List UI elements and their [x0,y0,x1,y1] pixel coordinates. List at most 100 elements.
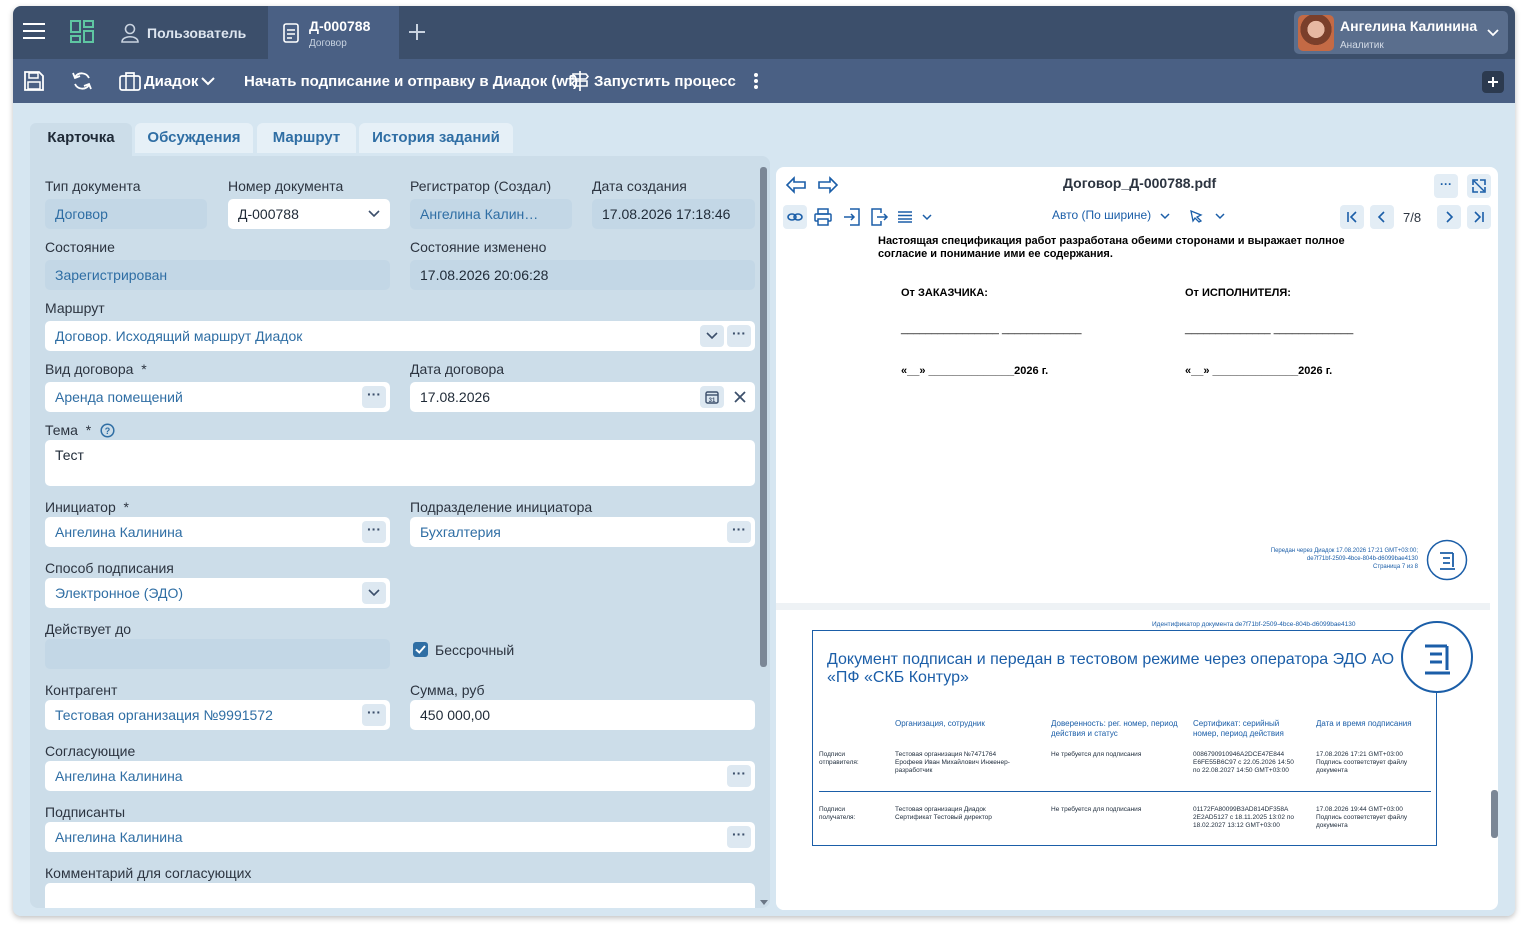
perpetual-checkbox[interactable] [413,642,428,657]
department-field[interactable]: Бухгалтерия [410,517,755,547]
zoom-select[interactable]: Авто (По ширине) [1044,204,1174,228]
signers-field[interactable]: Ангелина Калинина [45,822,755,852]
add-button[interactable] [1482,71,1504,93]
contract-kind-field[interactable]: Аренда помещений [45,382,390,412]
customer-sign-line: ________________ _____________ [901,323,1082,335]
apps-grid-icon[interactable] [70,20,94,44]
counterparty-field[interactable]: Тестовая организация №9991572 [45,700,390,730]
sign-method-dropdown-button[interactable] [362,582,386,604]
export-icon[interactable] [869,207,889,227]
chevron-down-icon [1160,213,1170,220]
chevron-down-icon [922,214,932,221]
expand-icon [1472,179,1486,193]
clear-icon[interactable] [734,391,746,403]
tab-document-title: Д-000788 [309,18,371,34]
next-page-button[interactable] [1437,205,1461,229]
prev-page-icon [1377,211,1385,223]
hamburger-menu-icon[interactable] [23,22,45,40]
scroll-down-arrow-icon[interactable] [760,900,768,906]
doc-type-label: Тип документа [45,178,141,194]
col-poa-header: Доверенность: рег. номер, период действи… [1051,719,1178,738]
initiator-label: Инициатор * [45,499,129,515]
signers-more-button[interactable]: ··· [727,826,751,848]
pdf-filename: Договор_Д-000788.pdf [1063,175,1217,191]
forward-arrow-icon[interactable] [817,176,839,194]
diadoc-menu-button[interactable]: Диадок [117,67,217,95]
pdf-scrollbar[interactable] [1491,790,1498,838]
contract-kind-label: Вид договора * [45,361,147,377]
approvers-more-button[interactable]: ··· [727,765,751,787]
viewer-more-button[interactable]: ··· [1434,174,1458,198]
fullscreen-button[interactable] [1467,174,1491,198]
route-more-button[interactable]: ··· [727,325,751,347]
contractor-sign-line: ______________ _____________ [1185,323,1354,335]
customer-date-line: «__» ______________2026 г. [901,365,1049,377]
route-field[interactable]: Договор. Исходящий маршрут Диадок [45,321,755,351]
recipient-org: Тестовая организация Диадок Сертификат Т… [895,806,992,821]
signpost-icon [571,71,589,91]
tab-route[interactable]: Маршрут [257,123,356,153]
app-window: Пользователь Д-000788 Договор Ангелина К… [13,6,1515,916]
form-scrollbar[interactable] [760,167,767,667]
doc-number-select[interactable]: Д-000788 [228,199,390,229]
sign-method-select[interactable]: Электронное (ЭДО) [45,578,390,608]
approvers-label: Согласующие [45,743,136,759]
user-role: Аналитик [1340,40,1384,51]
user-icon [121,23,139,43]
cursor-icon [1190,209,1203,223]
counterparty-more-button[interactable]: ··· [362,704,386,726]
start-signing-button[interactable]: Начать подписание и отправку в Диадок (w… [244,72,578,92]
tab-card[interactable]: Карточка [30,123,132,156]
more-vertical-icon[interactable] [753,72,759,90]
tab-discussions[interactable]: Обсуждения [135,123,253,153]
add-tab-icon[interactable] [409,24,425,40]
layout-menu-button[interactable] [896,207,936,227]
amount-field[interactable]: 450 000,00 [410,700,755,730]
select-tool-button[interactable] [1184,205,1232,227]
prev-page-button[interactable] [1370,205,1394,229]
stamp-line-1: Передан через Диадок 17.08.2026 17:21 GM… [1270,548,1418,554]
diadoc-logo-icon [1401,621,1473,693]
last-page-button[interactable] [1467,205,1491,229]
help-icon[interactable]: ? [100,423,115,438]
contractor-date-line: «__» ______________2026 г. [1185,365,1333,377]
recipient-date: 17.08.2026 19:44 GMT+03:00 Подпись соотв… [1316,806,1408,829]
document-icon [283,23,299,43]
save-icon[interactable] [23,70,45,92]
perpetual-label: Бессрочный [435,642,515,658]
contract-kind-more-button[interactable]: ··· [362,386,386,408]
user-profile-button[interactable]: Ангелина Калинина Аналитик [1294,11,1508,54]
valid-until-label: Действует до [45,621,132,637]
tab-user[interactable]: Пользователь [113,6,263,59]
diadoc-label: Диадок [144,73,199,90]
department-more-button[interactable]: ··· [727,521,751,543]
approvers-field[interactable]: Ангелина Калинина [45,761,755,791]
comment-textarea[interactable] [45,883,755,908]
recipient-poa: Не требуется для подписания [1051,806,1142,813]
import-icon[interactable] [842,207,862,227]
route-dropdown-button[interactable] [700,325,724,347]
initiator-value: Ангелина Калинина [55,524,183,540]
tab-task-history[interactable]: История заданий [359,123,513,153]
signers-value: Ангелина Калинина [55,829,183,845]
subject-textarea[interactable]: Тест [45,440,755,486]
tab-document[interactable]: Д-000788 Договор [268,6,399,59]
user-name: Ангелина Калинина [1340,18,1478,34]
print-icon[interactable] [813,207,833,227]
stamp-line-2: de7f71bf-2509-4bce-804b-d6099bae4130 [1306,556,1418,562]
link-button[interactable] [783,205,807,229]
zoom-value: Авто (По ширине) [1052,208,1152,222]
pdf-pages: Настоящая спецификация работ разработана… [776,235,1490,910]
run-process-button[interactable]: Запустить процесс [569,67,736,95]
calendar-button[interactable]: 31 [700,386,724,408]
department-value: Бухгалтерия [420,524,501,540]
recipient-cert: 01172FA80099B3AD814DF358A 2E2AD5127 с 18… [1193,806,1294,829]
back-arrow-icon[interactable] [785,176,807,194]
initiator-field[interactable]: Ангелина Калинина [45,517,390,547]
spec-text-line-1: Настоящая спецификация работ разработана… [878,235,1345,247]
pdf-page-7: Настоящая спецификация работ разработана… [776,235,1490,603]
first-page-button[interactable] [1340,205,1364,229]
refresh-icon[interactable] [71,70,93,92]
initiator-more-button[interactable]: ··· [362,521,386,543]
spec-text-line-2: согласие и понимание ими ее содержания. [878,248,1113,260]
